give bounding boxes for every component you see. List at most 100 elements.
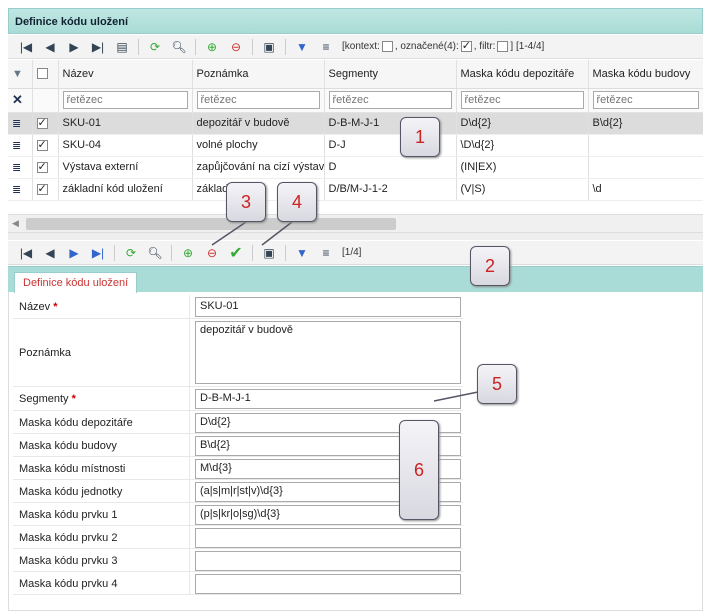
cell-depo-mask: \D\d{2} (456, 134, 589, 157)
filter-clear-icon[interactable]: ≡ (314, 243, 338, 263)
first-page-icon[interactable]: |◀ (14, 37, 38, 57)
select-all-checkbox[interactable] (32, 60, 59, 89)
table-row[interactable]: ≣ Výstava externí zapůjčování na cizí vý… (8, 156, 703, 179)
filter-input-building-mask[interactable] (592, 91, 699, 109)
filter-clear-icon[interactable]: ≡ (314, 37, 338, 57)
scroll-thumb[interactable] (26, 218, 396, 230)
cell-building-mask: B\d{2} (588, 112, 703, 135)
cell-name: SKU-04 (58, 134, 193, 157)
filter-icon[interactable]: ▼ (290, 37, 314, 57)
filter-checkbox[interactable] (497, 41, 509, 52)
cell-name: základní kód uložení (58, 178, 193, 201)
cell-building-mask: \d (588, 178, 703, 201)
clear-x-icon[interactable]: ✕ (8, 88, 33, 113)
detail-toolbar: |◀ ◀ ▶ ▶| ⟳ 🔍︎ ⊕ ⊖ ✔ ▣ ▼ ≡ [1/4] (8, 241, 703, 265)
window-title: Definice kódu uložení (8, 8, 703, 34)
last-page-icon[interactable]: ▶| (86, 243, 110, 263)
element3-mask-field[interactable] (195, 551, 461, 571)
refresh-icon[interactable]: ⟳ (143, 37, 167, 57)
filter-cell (324, 88, 457, 113)
row-checkbox[interactable] (32, 112, 59, 135)
filter-input-name[interactable] (62, 91, 188, 109)
name-field[interactable]: SKU-01 (195, 297, 461, 317)
cell-name: SKU-01 (58, 112, 193, 135)
next-page-icon[interactable]: ▶ (62, 37, 86, 57)
field-label: Maska kódu prvku 4 (19, 578, 118, 590)
records-grid: ▼ Název Poznámka Segmenty Maska kódu dep… (8, 60, 703, 201)
prev-page-icon[interactable]: ◀ (38, 37, 62, 57)
separator (171, 244, 172, 261)
segments-field[interactable]: D-B-M-J-1 (195, 389, 461, 409)
print-icon[interactable]: ▣ (257, 243, 281, 263)
required-marker: * (71, 393, 76, 405)
filter-cell (456, 88, 589, 113)
separator (138, 38, 139, 55)
table-row[interactable]: ≣ základní kód uložení základní D/B/M-J-… (8, 178, 703, 201)
columns-icon[interactable]: ▤ (110, 37, 134, 57)
cell-depo-mask: (V|S) (456, 178, 589, 201)
panel-splitter[interactable] (8, 232, 703, 240)
context-status: [kontext: , označené(4): , filtr: ] [1-4… (342, 39, 545, 52)
separator (114, 244, 115, 261)
row-menu-icon[interactable]: ≣ (8, 178, 33, 201)
refresh-icon[interactable]: ⟳ (119, 243, 143, 263)
note-textarea[interactable]: depozitář v budově (195, 321, 461, 384)
row-menu-icon[interactable]: ≣ (8, 156, 33, 179)
field-label: Maska kódu prvku 2 (19, 532, 118, 544)
form-row: Segmenty * D-B-M-J-1 (13, 387, 463, 411)
filter-input-note[interactable] (196, 91, 320, 109)
context-checkbox[interactable] (381, 41, 393, 52)
next-page-icon[interactable]: ▶ (62, 243, 86, 263)
field-label: Maska kódu prvku 1 (19, 509, 118, 521)
element4-mask-field[interactable] (195, 574, 461, 594)
search-icon[interactable]: 🔍︎ (167, 37, 191, 57)
scroll-left-icon[interactable]: ◀ (12, 218, 19, 229)
remove-icon[interactable]: ⊖ (224, 37, 248, 57)
column-header-building-mask[interactable]: Maska kódu budovy (588, 60, 703, 89)
row-checkbox[interactable] (32, 156, 59, 179)
search-icon[interactable]: 🔍︎ (143, 243, 167, 263)
last-page-icon[interactable]: ▶| (86, 37, 110, 57)
funnel-icon[interactable]: ▼ (8, 60, 33, 89)
row-menu-icon[interactable]: ≣ (8, 112, 33, 135)
filter-input-segments[interactable] (328, 91, 452, 109)
table-row[interactable]: ≣ SKU-04 volné plochy D-J \D\d{2} (8, 134, 703, 157)
separator (252, 244, 253, 261)
print-icon[interactable]: ▣ (257, 37, 281, 57)
filter-input-depo-mask[interactable] (460, 91, 584, 109)
row-menu-icon[interactable]: ≣ (8, 134, 33, 157)
callout-3: 3 (226, 182, 266, 222)
cell-depo-mask: D\d{2} (456, 112, 589, 135)
add-icon[interactable]: ⊕ (200, 37, 224, 57)
cell-name: Výstava externí (58, 156, 193, 179)
form-row: Maska kódu prvku 4 (13, 572, 463, 595)
filter-spacer (32, 88, 59, 113)
column-header-name[interactable]: Název (58, 60, 193, 89)
range-label: ] [1-4/4] (510, 41, 545, 52)
filter-row: ✕ (8, 88, 703, 113)
cell-segments: D (324, 156, 457, 179)
column-header-note[interactable]: Poznámka (192, 60, 325, 89)
column-header-segments[interactable]: Segmenty (324, 60, 457, 89)
tab-detail[interactable]: Definice kódu uložení (14, 272, 138, 293)
cell-note: volné plochy (192, 134, 325, 157)
form-row: Maska kódu prvku 1 (p|s|kr|o|sg)\d{3} (13, 503, 463, 526)
confirm-icon[interactable]: ✔ (224, 243, 248, 263)
filter-icon[interactable]: ▼ (290, 243, 314, 263)
horizontal-scrollbar[interactable]: ◀ (8, 214, 703, 232)
row-checkbox[interactable] (32, 178, 59, 201)
remove-icon[interactable]: ⊖ (200, 243, 224, 263)
table-row[interactable]: ≣ SKU-01 depozitář v budově D-B-M-J-1 D\… (8, 112, 703, 135)
field-label: Poznámka (19, 347, 71, 359)
cell-note: zapůjčování na cizí výstavy (192, 156, 325, 179)
separator (285, 244, 286, 261)
row-checkbox[interactable] (32, 134, 59, 157)
form-row: Maska kódu jednotky (a|s|m|r|st|v)\d{3} (13, 480, 463, 503)
selected-checkbox[interactable] (460, 39, 472, 52)
context-label: [kontext: (342, 41, 380, 52)
add-icon[interactable]: ⊕ (176, 243, 200, 263)
first-page-icon[interactable]: |◀ (14, 243, 38, 263)
prev-page-icon[interactable]: ◀ (38, 243, 62, 263)
column-header-depo-mask[interactable]: Maska kódu depozitáře (456, 60, 589, 89)
element2-mask-field[interactable] (195, 528, 461, 548)
